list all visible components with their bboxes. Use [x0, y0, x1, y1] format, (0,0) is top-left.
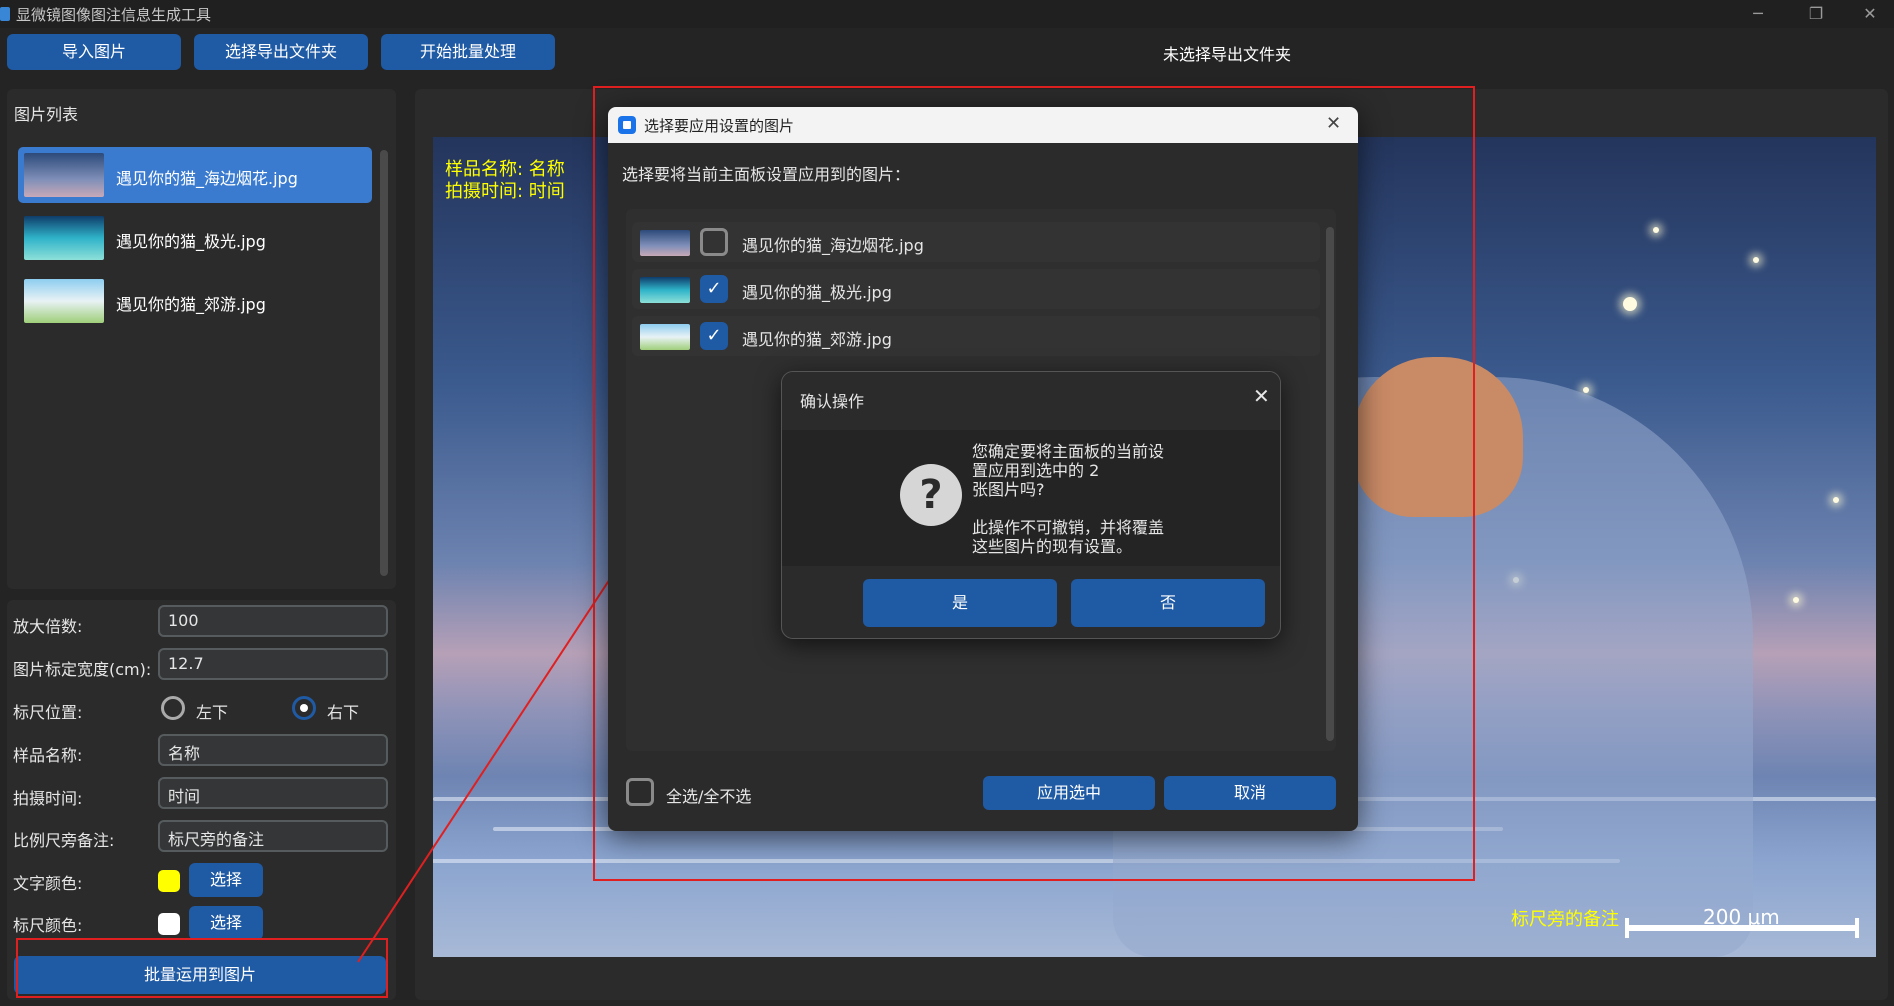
title-bar: [0, 0, 1894, 28]
select-all-label: 全选/全不选: [666, 787, 752, 806]
checklist-row[interactable]: ✓ 遇见你的猫_极光.jpg: [632, 269, 1320, 309]
overlay-sample-name: 样品名称: 名称: [445, 159, 565, 180]
capture-time-input[interactable]: 时间: [158, 777, 388, 809]
checklist-label: 遇见你的猫_海边烟花.jpg: [742, 236, 924, 255]
scale-position-label: 标尺位置:: [13, 703, 83, 722]
capture-time-label: 拍摄时间:: [13, 789, 83, 808]
pick-text-color-button[interactable]: 选择: [189, 863, 263, 897]
scale-color-swatch: [158, 913, 180, 935]
scale-note-input[interactable]: 标尺旁的备注: [158, 820, 388, 852]
image-list-label: 遇见你的猫_极光.jpg: [116, 232, 266, 251]
image-thumbnail: [24, 216, 104, 260]
scale-color-label: 标尺颜色:: [13, 916, 83, 935]
no-button[interactable]: 否: [1071, 579, 1265, 627]
image-thumbnail: [640, 277, 690, 303]
image-thumbnail: [640, 230, 690, 256]
magnification-label: 放大倍数:: [13, 617, 83, 636]
text-color-label: 文字颜色:: [13, 874, 83, 893]
image-list-item[interactable]: 遇见你的猫_极光.jpg: [18, 210, 372, 266]
yes-button[interactable]: 是: [863, 579, 1057, 627]
checklist-label: 遇见你的猫_郊游.jpg: [742, 330, 892, 349]
overlay-capture-time: 拍摄时间: 时间: [445, 181, 565, 202]
checklist-scrollbar[interactable]: [1326, 227, 1334, 741]
scale-bar: [1625, 925, 1859, 931]
checklist-label: 遇见你的猫_极光.jpg: [742, 283, 892, 302]
checklist-row[interactable]: 遇见你的猫_海边烟花.jpg: [632, 222, 1320, 262]
maximize-button[interactable]: ❐: [1804, 2, 1828, 26]
confirm-message-line: 张图片吗?: [972, 480, 1045, 499]
scale-bar-tick: [1625, 918, 1629, 938]
text-color-swatch: [158, 870, 180, 892]
image-thumbnail: [24, 153, 104, 197]
sparkle: [1753, 257, 1759, 263]
image-list-item[interactable]: 遇见你的猫_海边烟花.jpg: [18, 147, 372, 203]
scale-note-label: 比例尺旁备注:: [13, 831, 115, 850]
sparkle: [1583, 387, 1589, 393]
sample-name-input[interactable]: 名称: [158, 734, 388, 766]
check-icon: ✓: [706, 325, 722, 346]
magnification-input[interactable]: 100: [158, 605, 388, 637]
import-images-button[interactable]: 导入图片: [7, 34, 181, 70]
width-label: 图片标定宽度(cm):: [13, 660, 152, 679]
sparkle: [1653, 227, 1659, 233]
sparkle: [1833, 497, 1839, 503]
image-list-title: 图片列表: [14, 105, 79, 124]
check-icon: ✓: [706, 278, 722, 299]
sparkler-glow: [1623, 297, 1637, 311]
image-list-label: 遇见你的猫_海边烟花.jpg: [116, 169, 298, 188]
app-icon: [0, 7, 10, 21]
radio-bottom-right[interactable]: [292, 696, 316, 720]
confirm-dialog: 确认操作 ✕ ? 您确定要将主面板的当前设 置应用到选中的 2 张图片吗? 此操…: [781, 371, 1281, 639]
confirm-message-line: 这些图片的现有设置。: [972, 537, 1133, 556]
select-all-checkbox[interactable]: [626, 778, 654, 806]
checkbox-checked[interactable]: ✓: [700, 322, 728, 350]
export-folder-status: 未选择导出文件夹: [1163, 45, 1292, 64]
image-thumbnail: [24, 279, 104, 323]
image-list-label: 遇见你的猫_郊游.jpg: [116, 295, 266, 314]
image-list-item[interactable]: 遇见你的猫_郊游.jpg: [18, 273, 372, 329]
dialog-title: 确认操作: [800, 392, 865, 411]
close-window-button[interactable]: ✕: [1858, 2, 1882, 26]
checkbox-checked[interactable]: ✓: [700, 275, 728, 303]
minimize-button[interactable]: ─: [1746, 2, 1770, 26]
close-icon[interactable]: ✕: [1253, 384, 1270, 408]
radio-bottom-left-label: 左下: [196, 703, 229, 722]
close-icon[interactable]: ✕: [1326, 113, 1341, 134]
start-batch-button[interactable]: 开始批量处理: [381, 34, 555, 70]
image-thumbnail: [640, 324, 690, 350]
dialog-prompt: 选择要将当前主面板设置应用到的图片：: [622, 165, 911, 184]
width-input[interactable]: 12.7: [158, 648, 388, 680]
overlay-scale-note: 标尺旁的备注: [1511, 909, 1619, 930]
radio-bottom-left[interactable]: [161, 696, 185, 720]
cancel-button[interactable]: 取消: [1164, 776, 1336, 810]
app-icon: [618, 116, 636, 134]
dialog-title: 选择要应用设置的图片: [644, 117, 795, 135]
image-list-scrollbar[interactable]: [380, 150, 388, 576]
overlay-sample-text: 样品名称: 名称 拍摄时间: 时间: [445, 159, 565, 203]
pick-scale-color-button[interactable]: 选择: [189, 906, 263, 940]
scale-bar-tick: [1855, 918, 1859, 938]
checklist-row[interactable]: ✓ 遇见你的猫_郊游.jpg: [632, 316, 1320, 356]
radio-bottom-right-label: 右下: [327, 703, 360, 722]
window-title: 显微镜图像图注信息生成工具: [16, 6, 212, 24]
question-icon: ?: [900, 464, 962, 526]
checkbox-unchecked[interactable]: [700, 228, 728, 256]
choose-export-folder-button[interactable]: 选择导出文件夹: [194, 34, 368, 70]
sample-name-label: 样品名称:: [13, 746, 83, 765]
annotation-box-batch-button: [16, 938, 388, 998]
sparkle: [1793, 597, 1799, 603]
apply-selected-button[interactable]: 应用选中: [983, 776, 1155, 810]
